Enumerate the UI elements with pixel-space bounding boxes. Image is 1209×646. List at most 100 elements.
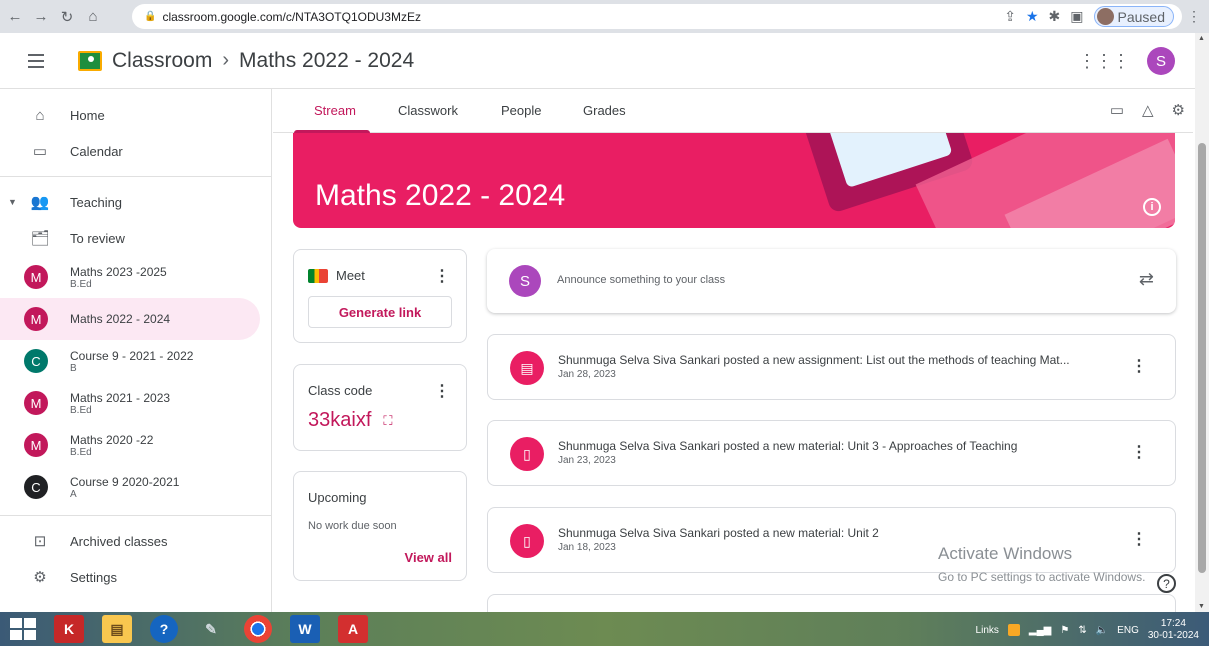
class-settings-gear-icon[interactable]: ⚙ bbox=[1172, 101, 1185, 119]
class-avatar: M bbox=[24, 265, 48, 289]
more-options-icon[interactable]: ⋮ bbox=[434, 266, 450, 286]
sidebar-item-class-active[interactable]: M Maths 2022 - 2024 bbox=[0, 298, 260, 340]
sidebar-item-home[interactable]: ⌂ Home bbox=[0, 97, 271, 133]
bookmark-star-icon[interactable]: ★ bbox=[1026, 8, 1039, 25]
page-scrollbar[interactable]: ▲ ▼ bbox=[1195, 33, 1209, 612]
paused-label: Paused bbox=[1117, 8, 1165, 25]
drive-icon[interactable]: △ bbox=[1142, 101, 1154, 119]
side-panel-icon[interactable]: ▣ bbox=[1070, 8, 1083, 25]
share-icon[interactable]: ⇪ bbox=[1004, 8, 1016, 25]
scroll-up-icon[interactable]: ▲ bbox=[1198, 35, 1205, 42]
help-app-icon[interactable]: ? bbox=[150, 615, 178, 643]
sidebar-item-archived[interactable]: ⊡ Archived classes bbox=[0, 523, 271, 559]
sidebar-item-class[interactable]: C Course 9 - 2021 - 2022 B bbox=[0, 340, 271, 382]
classroom-logo-icon[interactable] bbox=[78, 50, 102, 71]
watermark-line1: Activate Windows bbox=[938, 544, 1073, 563]
help-icon[interactable]: ? bbox=[1157, 574, 1176, 593]
view-all-link[interactable]: View all bbox=[405, 550, 452, 565]
meet-label: Meet bbox=[336, 268, 365, 283]
app-header: Classroom › Maths 2022 - 2024 ⋮⋮⋮ S bbox=[0, 33, 1209, 89]
back-icon[interactable]: ← bbox=[4, 6, 26, 28]
scanner-icon[interactable]: ✎ bbox=[196, 615, 226, 643]
signal-icon[interactable]: ▂▄▆ bbox=[1029, 625, 1051, 636]
sidebar-item-label: To review bbox=[70, 230, 125, 246]
extensions-icon[interactable]: ✱ bbox=[1049, 8, 1061, 25]
class-title: Course 9 2020-2021 bbox=[70, 474, 180, 489]
class-avatar: M bbox=[24, 391, 48, 415]
class-title: Maths 2023 -2025 bbox=[70, 264, 167, 279]
reload-icon[interactable]: ↻ bbox=[56, 6, 78, 28]
sidebar-item-label: Settings bbox=[70, 569, 117, 585]
repost-icon[interactable]: ⇄ bbox=[1139, 269, 1154, 290]
class-title: Course 9 - 2021 - 2022 bbox=[70, 348, 194, 363]
more-options-icon[interactable]: ⋮ bbox=[434, 381, 450, 401]
app-name[interactable]: Classroom bbox=[112, 49, 212, 73]
class-subtitle: B.Ed bbox=[70, 278, 92, 290]
sidebar-item-to-review[interactable]: 🗂 To review bbox=[0, 220, 271, 256]
chrome-icon[interactable] bbox=[244, 615, 272, 643]
stream-post[interactable]: ▯ Shunmuga Selva Siva Sankari posted a n… bbox=[487, 420, 1176, 486]
main-menu-icon[interactable] bbox=[28, 53, 52, 68]
upcoming-card: Upcoming No work due soon View all bbox=[293, 471, 467, 581]
network-icon[interactable]: ⇅ bbox=[1078, 625, 1086, 636]
volume-icon[interactable]: 🔈 bbox=[1096, 625, 1108, 636]
more-options-icon[interactable]: ⋮ bbox=[1131, 356, 1147, 376]
links-toolbar[interactable]: Links bbox=[976, 625, 999, 636]
upcoming-empty-text: No work due soon bbox=[308, 520, 397, 532]
calendar-icon: ▭ bbox=[32, 143, 48, 160]
clock-date: 30-01-2024 bbox=[1147, 630, 1199, 641]
profile-paused-button[interactable]: Paused bbox=[1093, 6, 1174, 27]
scrollbar-thumb[interactable] bbox=[1198, 143, 1206, 573]
more-options-icon[interactable]: ⋮ bbox=[1131, 442, 1147, 462]
tab-classwork[interactable]: Classwork bbox=[398, 89, 458, 133]
address-bar[interactable]: 🔒 classroom.google.com/c/NTA3OTQ1ODU3MzE… bbox=[132, 4, 1182, 29]
user-avatar[interactable]: S bbox=[1147, 47, 1175, 75]
file-explorer-icon[interactable]: ▤ bbox=[102, 615, 132, 643]
clock[interactable]: 17:24 30-01-2024 bbox=[1148, 618, 1199, 642]
word-icon[interactable]: W bbox=[290, 615, 320, 643]
sidebar-item-label: Archived classes bbox=[70, 533, 168, 549]
lock-icon[interactable]: 🔒 bbox=[144, 11, 156, 22]
browser-menu-icon[interactable]: ⋮ bbox=[1187, 8, 1201, 25]
url-text[interactable]: classroom.google.com/c/NTA3OTQ1ODU3MzEz bbox=[162, 10, 421, 24]
sidebar-item-class[interactable]: M Maths 2023 -2025 B.Ed bbox=[0, 256, 271, 298]
tray-app-icon[interactable] bbox=[1007, 624, 1020, 636]
home-icon: ⌂ bbox=[35, 106, 45, 124]
acrobat-icon[interactable]: A bbox=[338, 615, 368, 643]
tab-grades[interactable]: Grades bbox=[583, 89, 626, 133]
generate-link-button[interactable]: Generate link bbox=[308, 296, 452, 328]
windows-start-icon[interactable] bbox=[8, 616, 36, 642]
google-apps-icon[interactable]: ⋮⋮⋮ bbox=[1078, 51, 1130, 72]
sidebar-item-class[interactable]: M Maths 2021 - 2023 B.Ed bbox=[0, 382, 271, 424]
divider bbox=[0, 176, 271, 177]
caret-down-icon[interactable]: ▼ bbox=[8, 197, 17, 207]
info-icon[interactable]: i bbox=[1143, 198, 1161, 216]
sidebar-item-class[interactable]: C Course 9 2020-2021 A bbox=[0, 466, 271, 508]
sidebar-item-class[interactable]: M Maths 2020 -22 B.Ed bbox=[0, 424, 271, 466]
stream-post[interactable] bbox=[487, 594, 1176, 612]
people-icon: 👥 bbox=[30, 194, 50, 211]
assignment-icon: ▤ bbox=[510, 351, 544, 385]
breadcrumb-separator: › bbox=[222, 49, 230, 71]
post-text: Shunmuga Selva Siva Sankari posted a new… bbox=[558, 353, 1070, 367]
lang-indicator[interactable]: ENG bbox=[1117, 625, 1139, 636]
sidebar-item-label: Teaching bbox=[70, 194, 123, 210]
tab-people[interactable]: People bbox=[501, 89, 541, 133]
meet-logo-icon bbox=[308, 268, 328, 283]
fullscreen-icon[interactable]: ⛶ bbox=[383, 413, 392, 429]
home-icon[interactable]: ⌂ bbox=[82, 6, 104, 28]
upcoming-title: Upcoming bbox=[308, 490, 367, 505]
sidebar-item-teaching[interactable]: ▼ 👥 Teaching bbox=[0, 184, 271, 220]
announce-box[interactable]: S Announce something to your class ⇄ bbox=[487, 249, 1176, 313]
announce-placeholder[interactable]: Announce something to your class bbox=[557, 274, 725, 286]
post-date: Jan 23, 2023 bbox=[558, 455, 616, 466]
stream-post[interactable]: ▤ Shunmuga Selva Siva Sankari posted a n… bbox=[487, 334, 1176, 400]
tab-stream[interactable]: Stream bbox=[294, 89, 370, 133]
taskbar-app-icon[interactable]: K bbox=[54, 615, 84, 643]
scroll-down-icon[interactable]: ▼ bbox=[1198, 603, 1205, 610]
sidebar-item-settings[interactable]: ⚙ Settings bbox=[0, 559, 271, 595]
forward-icon[interactable]: → bbox=[30, 6, 52, 28]
sidebar-item-calendar[interactable]: ▭ Calendar bbox=[0, 133, 271, 169]
flag-icon[interactable]: ⚑ bbox=[1060, 625, 1069, 636]
calendar-icon[interactable]: ▭ bbox=[1110, 101, 1124, 119]
